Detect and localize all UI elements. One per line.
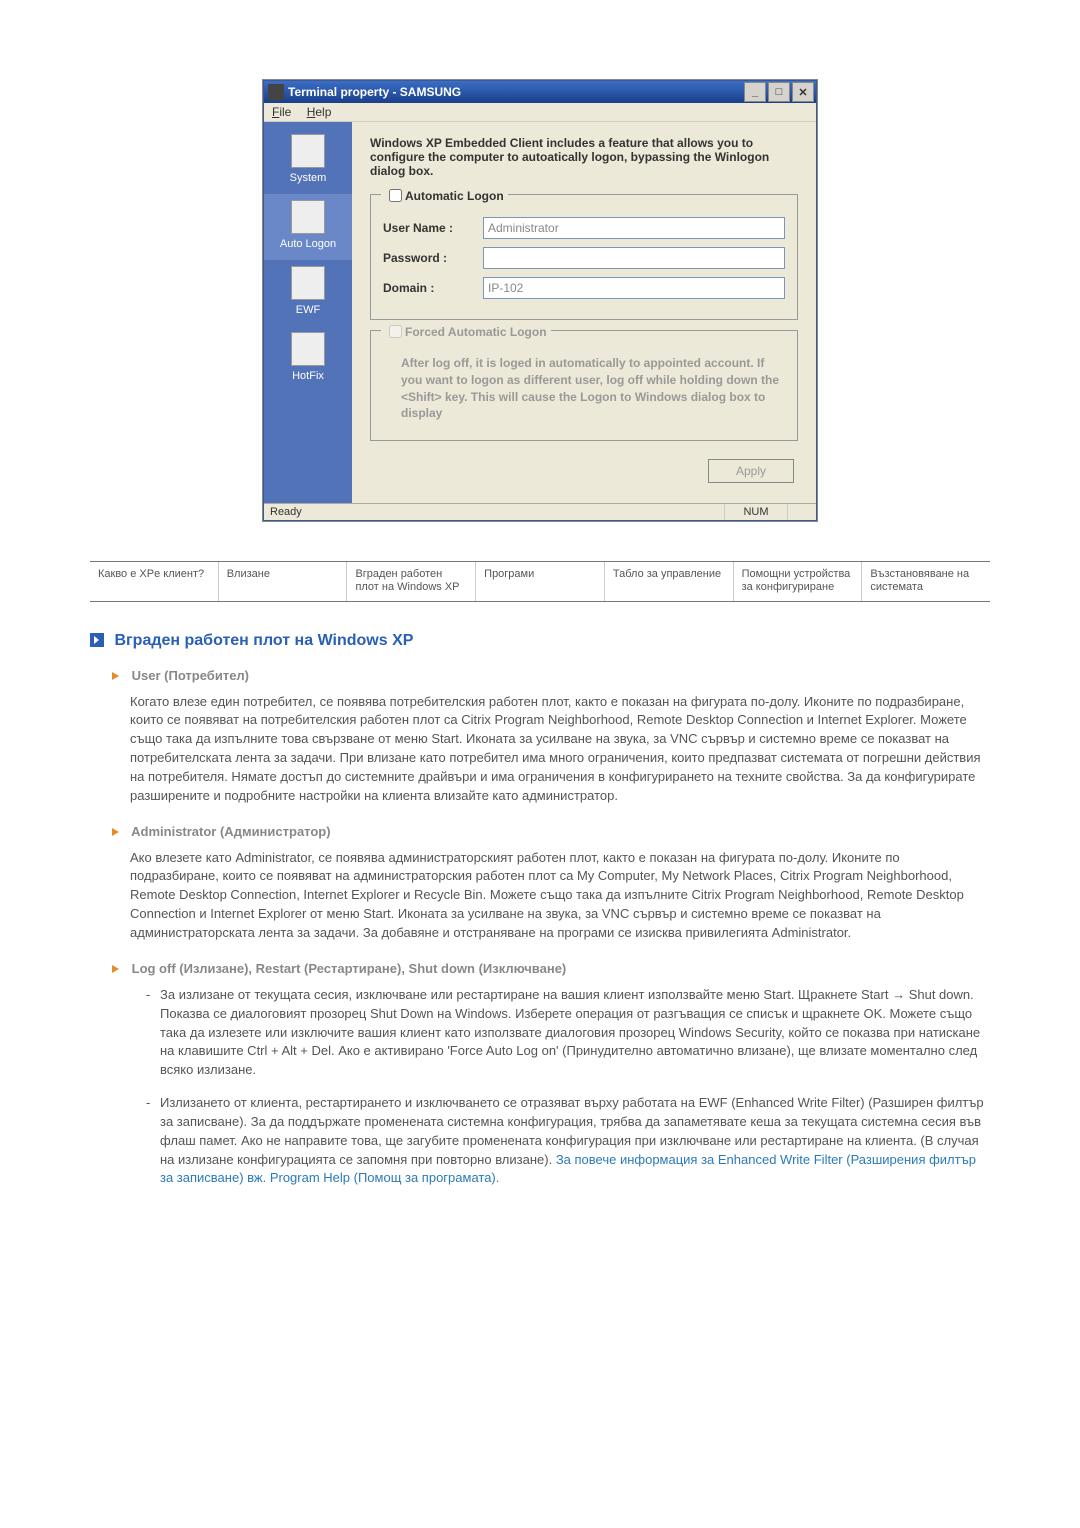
apply-button[interactable]: Apply	[708, 459, 794, 483]
ewf-icon	[291, 266, 325, 300]
resize-grip-icon[interactable]	[788, 504, 816, 520]
article: Вграден работен плот на Windows XP User …	[90, 632, 990, 1189]
sublist: За излизане от текущата сесия, изключван…	[146, 986, 990, 1188]
sidebar-item-system[interactable]: System	[264, 128, 352, 194]
automatic-logon-checkbox[interactable]: Automatic Logon	[385, 186, 504, 205]
sidebar-item-label: System	[266, 172, 350, 184]
terminal-property-window: Terminal property - SAMSUNG _ □ ✕ File H…	[263, 80, 817, 521]
list-item: Излизането от клиента, рестартирането и …	[146, 1094, 990, 1188]
forced-description: After log off, it is loged in automatica…	[401, 355, 779, 422]
bullet-icon	[112, 671, 122, 681]
subhead-logoff: Log off (Излизане), Restart (Рестартиран…	[112, 961, 990, 976]
subhead-user: User (Потребител)	[112, 668, 990, 683]
section-nav: Какво е XPe клиент? Влизане Вграден рабо…	[90, 561, 990, 601]
article-title: Вграден работен плот на Windows XP	[90, 632, 990, 650]
system-icon	[291, 134, 325, 168]
window-title: Terminal property - SAMSUNG	[288, 85, 461, 99]
paragraph: Когато влезе един потребител, се появява…	[130, 693, 990, 806]
sidebar-item-ewf[interactable]: EWF	[264, 260, 352, 326]
nav-item[interactable]: Вграден работен плот на Windows XP	[346, 562, 475, 600]
nav-item[interactable]: Влизане	[218, 562, 347, 600]
domain-label: Domain :	[383, 281, 483, 295]
password-label: Password :	[383, 251, 483, 265]
list-item: За излизане от текущата сесия, изключван…	[146, 986, 990, 1080]
group-automatic-logon: Automatic Logon User Name : Password : D…	[370, 194, 798, 320]
password-input[interactable]	[483, 247, 785, 269]
domain-input[interactable]	[483, 277, 785, 299]
pane-description: Windows XP Embedded Client includes a fe…	[370, 136, 798, 178]
nav-item[interactable]: Помощни устройства за конфигуриране	[733, 562, 862, 600]
status-num: NUM	[725, 504, 788, 520]
forced-auto-logon-checkbox[interactable]: Forced Automatic Logon	[385, 322, 547, 341]
main-pane: Windows XP Embedded Client includes a fe…	[352, 122, 816, 503]
sidebar-item-hotfix[interactable]: HotFix	[264, 326, 352, 392]
close-button[interactable]: ✕	[792, 82, 814, 102]
bullet-icon	[112, 827, 122, 837]
nav-item[interactable]: Табло за управление	[604, 562, 733, 600]
titlebar[interactable]: Terminal property - SAMSUNG _ □ ✕	[264, 81, 816, 103]
sidebar-item-label: Auto Logon	[266, 238, 350, 250]
auto-logon-icon	[291, 200, 325, 234]
hotfix-icon	[291, 332, 325, 366]
arrow-right-icon	[90, 633, 104, 647]
sidebar-item-label: HotFix	[266, 370, 350, 382]
maximize-button[interactable]: □	[768, 82, 790, 102]
bullet-icon	[112, 964, 122, 974]
group-forced-auto-logon: Forced Automatic Logon After log off, it…	[370, 330, 798, 441]
menu-help[interactable]: Help	[307, 105, 332, 119]
subhead-admin: Administrator (Администратор)	[112, 824, 990, 839]
menubar: File Help	[264, 103, 816, 122]
menu-file[interactable]: File	[272, 105, 291, 119]
sidebar-item-auto-logon[interactable]: Auto Logon	[264, 194, 352, 260]
nav-item[interactable]: Програми	[475, 562, 604, 600]
paragraph: Ако влезете като Administrator, се появя…	[130, 849, 990, 943]
sidebar-item-label: EWF	[266, 304, 350, 316]
minimize-button[interactable]: _	[744, 82, 766, 102]
nav-item[interactable]: Какво е XPe клиент?	[90, 562, 218, 600]
app-icon	[268, 84, 284, 100]
statusbar: Ready NUM	[264, 503, 816, 520]
status-ready: Ready	[264, 504, 725, 520]
nav-item[interactable]: Възстановяване на системата	[861, 562, 990, 600]
username-input[interactable]	[483, 217, 785, 239]
username-label: User Name :	[383, 221, 483, 235]
sidebar: System Auto Logon EWF HotFix	[264, 122, 352, 503]
